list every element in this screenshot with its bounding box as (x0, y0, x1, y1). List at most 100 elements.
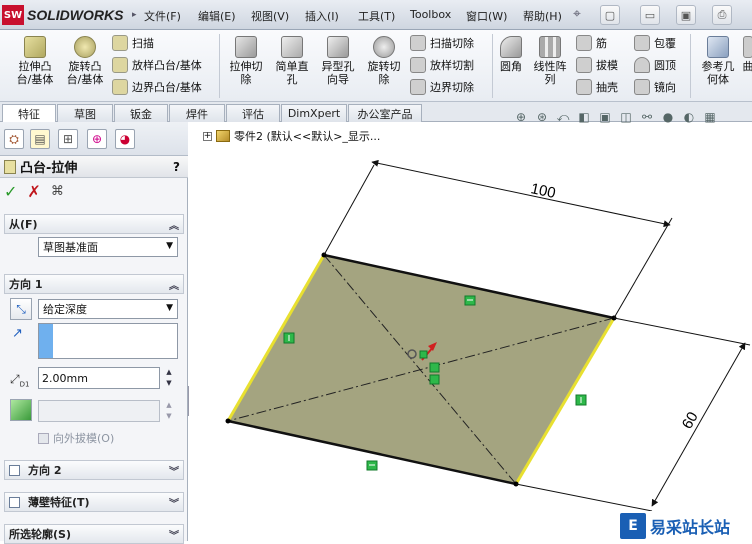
graphics-area[interactable]: 100 60 (189, 122, 752, 541)
preview-glasses-icon[interactable]: ⌘ (51, 184, 64, 199)
loft-boss-button[interactable]: 放样凸台/基体 (112, 54, 202, 76)
menu-pin-icon[interactable]: ▸ (132, 10, 137, 20)
hide-show-items-icon[interactable]: ⚯ (638, 108, 656, 126)
menu-insert[interactable]: 插入(I) (305, 8, 339, 24)
collapse-chevron-icon[interactable]: ︽ (169, 217, 179, 232)
cancel-x-icon[interactable]: ✗ (27, 182, 40, 201)
print-icon[interactable]: ⎙ (712, 5, 732, 25)
tab-sheet-metal[interactable]: 钣金 (114, 104, 168, 122)
extension-line (516, 484, 652, 511)
tab-features[interactable]: 特征 (2, 104, 56, 123)
dimxpert-manager-icon[interactable]: ⊕ (87, 129, 107, 149)
menu-file[interactable]: 文件(F) (144, 8, 181, 24)
boundary-boss-button[interactable]: 边界凸台/基体 (112, 76, 202, 98)
from-select[interactable]: 草图基准面 ▼ (38, 237, 178, 257)
property-manager-icon[interactable]: ▤ (30, 129, 50, 149)
sweep-cut-button[interactable]: 扫描切除 (410, 32, 474, 54)
help-button[interactable]: ? (173, 160, 180, 174)
display-style-icon[interactable]: ◫ (617, 108, 635, 126)
flyout-feature-tree[interactable]: + 零件2 (默认<<默认>_显示... (203, 128, 380, 144)
direction2-group-header[interactable]: 方向 2 ︾ (4, 460, 184, 480)
dimension-width[interactable]: 100 (529, 180, 557, 202)
end-condition-select[interactable]: 给定深度 ▼ (38, 299, 178, 319)
tab-evaluate[interactable]: 评估 (226, 104, 280, 122)
dimension-depth[interactable]: 60 (679, 409, 702, 432)
fillet-icon (500, 36, 522, 58)
watermark-text: 易采站长站 (650, 514, 730, 538)
menu-edit[interactable]: 编辑(E) (198, 8, 236, 24)
direction1-group-header[interactable]: 方向 1 ︽ (4, 274, 184, 294)
fillet-button[interactable]: 圆角 (496, 30, 526, 73)
collapse-chevron-icon[interactable]: ︽ (169, 277, 179, 292)
linear-pattern-button[interactable]: 线性阵 列 (528, 30, 572, 86)
tab-sketch[interactable]: 草图 (57, 104, 113, 122)
linear-pattern-icon (539, 36, 561, 58)
draft-button[interactable]: 拔模 (576, 54, 618, 76)
draft-angle-spinner: ▲▼ (162, 400, 176, 422)
selected-contours-header-label: 所选轮廓(S) (9, 526, 71, 542)
edit-appearance-icon[interactable]: ● (659, 108, 677, 126)
revolve-cut-button[interactable]: 旋转切 除 (362, 30, 406, 86)
previous-view-icon[interactable]: ⤺ (554, 108, 572, 126)
property-manager-panel: ⛭ ▤ ⊞ ⊕ ◕ 凸台-拉伸 ? ✓ ✗ ⌘ 从(F) ︽ 草图基准面 ▼ 方… (0, 122, 188, 541)
zoom-to-fit-icon[interactable]: ⊕ (512, 108, 530, 126)
from-group-header[interactable]: 从(F) ︽ (4, 214, 184, 234)
view-settings-icon[interactable]: ▦ (701, 108, 719, 126)
direction2-checkbox[interactable] (9, 465, 20, 476)
logo-text: SOLIDWORKS (27, 7, 123, 23)
selected-contours-group-header[interactable]: 所选轮廓(S) ︾ (4, 524, 184, 544)
draft-on-off-icon[interactable] (10, 399, 32, 421)
extrude-boss-button[interactable]: 拉伸凸 台/基体 (12, 30, 58, 86)
tab-dimxpert[interactable]: DimXpert (281, 104, 347, 122)
expand-plus-icon[interactable]: + (203, 132, 212, 141)
menu-window[interactable]: 窗口(W) (466, 8, 507, 24)
tab-office-products[interactable]: 办公室产品 (348, 104, 422, 122)
open-icon[interactable]: ▭ (640, 5, 660, 25)
part-icon (216, 130, 230, 142)
direction-selection-box[interactable] (38, 323, 178, 359)
apply-scene-icon[interactable]: ◐ (680, 108, 698, 126)
menu-toolbox[interactable]: Toolbox (410, 8, 451, 21)
zoom-to-area-icon[interactable]: ⊛ (533, 108, 551, 126)
expand-chevron-icon[interactable]: ︾ (169, 495, 179, 510)
thin-feature-checkbox[interactable] (9, 497, 20, 508)
display-manager-icon[interactable]: ◕ (115, 129, 135, 149)
reverse-direction-icon[interactable]: ⤡ (10, 298, 32, 320)
save-icon[interactable]: ▣ (676, 5, 696, 25)
loft-cut-button[interactable]: 放样切割 (410, 54, 474, 76)
mirror-button[interactable]: 镜向 (634, 76, 676, 98)
draft-angle-input (38, 400, 160, 422)
hole-wizard-button[interactable]: 异型孔 向导 (316, 30, 360, 86)
boundary-cut-button[interactable]: 边界切除 (410, 76, 474, 98)
reference-geometry-button[interactable]: 参考几 何体 (694, 30, 742, 86)
expand-chevron-icon[interactable]: ︾ (169, 463, 179, 478)
direction1-header-label: 方向 1 (9, 276, 42, 292)
shell-button[interactable]: 抽壳 (576, 76, 618, 98)
depth-input[interactable]: 2.00mm (38, 367, 160, 389)
tab-weldments[interactable]: 焊件 (169, 104, 225, 122)
menu-help[interactable]: 帮助(H) (523, 8, 562, 24)
wrap-button[interactable]: 包覆 (634, 32, 676, 54)
feature-manager-icon[interactable]: ⛭ (4, 129, 24, 149)
section-view-icon[interactable]: ◧ (575, 108, 593, 126)
extension-line (614, 318, 750, 345)
configuration-manager-icon[interactable]: ⊞ (58, 129, 78, 149)
curves-button[interactable]: 曲 (742, 30, 752, 73)
pin-icon[interactable]: ⌖ (573, 6, 581, 22)
dome-button[interactable]: 圆顶 (634, 54, 676, 76)
revolve-boss-button[interactable]: 旋转凸 台/基体 (62, 30, 108, 86)
new-document-icon[interactable]: ▢ (600, 5, 620, 25)
view-orientation-icon[interactable]: ▣ (596, 108, 614, 126)
extrude-cut-button[interactable]: 拉伸切 除 (224, 30, 268, 86)
rib-button[interactable]: 筋 (576, 32, 618, 54)
view-toolbar: ⊕ ⊛ ⤺ ◧ ▣ ◫ ⚯ ● ◐ ▦ (512, 106, 719, 128)
simple-hole-button[interactable]: 简单直 孔 (270, 30, 314, 86)
menu-tools[interactable]: 工具(T) (358, 8, 395, 24)
ok-check-icon[interactable]: ✓ (4, 182, 17, 201)
thin-feature-group-header[interactable]: 薄壁特征(T) ︾ (4, 492, 184, 512)
menu-view[interactable]: 视图(V) (251, 8, 289, 24)
expand-chevron-icon[interactable]: ︾ (169, 527, 179, 542)
sweep-button[interactable]: 扫描 (112, 32, 202, 54)
curves-icon (743, 36, 752, 58)
depth-spinner[interactable]: ▲▼ (162, 367, 176, 389)
